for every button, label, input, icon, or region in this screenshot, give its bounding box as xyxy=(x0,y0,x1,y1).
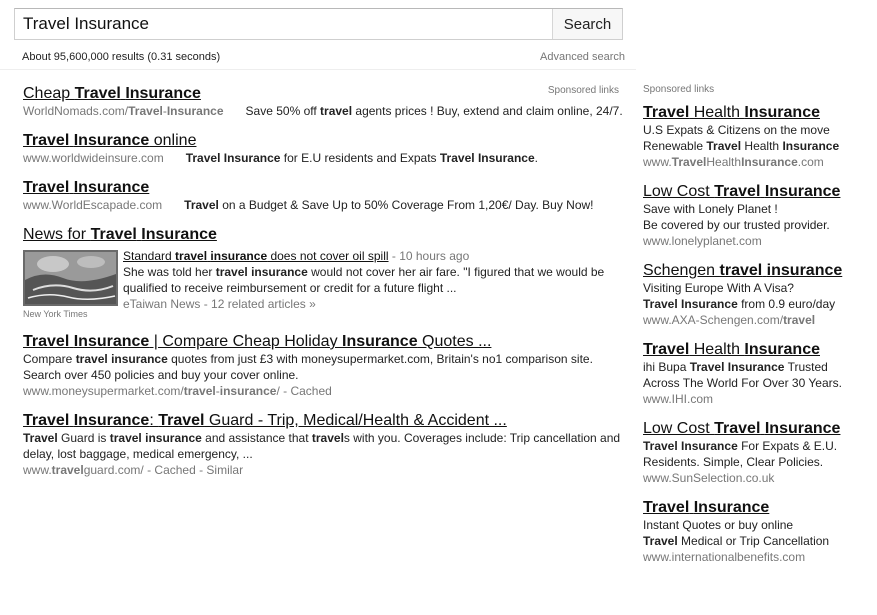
organic-result-title[interactable]: Travel Insurance | Compare Cheap Holiday… xyxy=(23,332,491,351)
organic-result-desc: Compare travel insurance quotes from jus… xyxy=(23,352,593,382)
sponsored-results: Cheap Travel Insurance WorldNomads.com/Tr… xyxy=(23,84,623,213)
side-ad-line: Instant Quotes or buy online xyxy=(643,518,794,532)
news-source[interactable]: eTaiwan News - 12 related articles » xyxy=(123,297,316,311)
side-ad-url[interactable]: www.TravelHealthInsurance.com xyxy=(643,154,877,170)
side-ad-title[interactable]: Travel Health Insurance xyxy=(643,103,820,122)
side-ad: Travel Insurance Instant Quotes or buy on… xyxy=(643,498,877,565)
side-ad: Low Cost Travel Insurance Save with Lonel… xyxy=(643,182,877,249)
side-ad: Schengen travel insurance Visiting Europe… xyxy=(643,261,877,328)
side-ad-url[interactable]: www.lonelyplanet.com xyxy=(643,233,877,249)
news-block: New York Times Standard travel insurance… xyxy=(23,248,623,320)
side-ad-line: ihi Bupa Travel Insurance Trusted xyxy=(643,360,828,374)
side-ad-line: Visiting Europe With A Visa? xyxy=(643,281,794,295)
sponsored-result-desc: Travel Insurance for E.U residents and E… xyxy=(185,151,538,165)
sponsored-result-desc: Save 50% off travel agents prices ! Buy,… xyxy=(245,104,623,118)
sponsored-result-url[interactable]: www.worldwideinsure.com xyxy=(23,151,164,165)
sponsored-result-title[interactable]: Travel Insurance xyxy=(23,178,149,197)
sponsored-result-title[interactable]: Cheap Travel Insurance xyxy=(23,84,201,103)
side-ad-title[interactable]: Low Cost Travel Insurance xyxy=(643,182,840,201)
header-divider xyxy=(0,69,636,70)
sponsored-result: Travel Insurance online www.worldwideinsu… xyxy=(23,131,623,166)
search-input[interactable]: Travel Insurance xyxy=(15,9,561,39)
organic-result-title[interactable]: Travel Insurance: Travel Guard - Trip, M… xyxy=(23,411,507,430)
sponsored-result-url[interactable]: WorldNomads.com/Travel-Insurance xyxy=(23,104,224,118)
sponsored-result-url[interactable]: www.WorldEscapade.com xyxy=(23,198,162,212)
main-results: Cheap Travel Insurance WorldNomads.com/Tr… xyxy=(23,84,623,490)
side-ad-line: Travel Insurance For Expats & E.U. xyxy=(643,439,838,453)
sponsored-result-desc: Travel on a Budget & Save Up to 50% Cove… xyxy=(184,198,594,212)
news-body: Standard travel insurance does not cover… xyxy=(123,248,623,312)
side-ad-title[interactable]: Schengen travel insurance xyxy=(643,261,842,280)
news-title[interactable]: Standard travel insurance does not cover… xyxy=(123,249,389,263)
side-ad-url[interactable]: www.internationalbenefits.com xyxy=(643,549,877,565)
organic-result-url[interactable]: www.travelguard.com/ - Cached - Similar xyxy=(23,462,623,478)
side-ad: Travel Health Insurance ihi Bupa Travel I… xyxy=(643,340,877,407)
search-box: Travel Insurance Search xyxy=(14,8,623,40)
side-ad-line: Residents. Simple, Clear Policies. xyxy=(643,455,824,469)
side-ad: Low Cost Travel Insurance Travel Insuranc… xyxy=(643,419,877,486)
side-ad-line: U.S Expats & Citizens on the move xyxy=(643,123,830,137)
sidebar-ads: Sponsored links Travel Health Insurance U… xyxy=(643,84,877,577)
sponsored-label-side: Sponsored links xyxy=(643,84,715,95)
side-ad-title[interactable]: Travel Insurance xyxy=(643,498,769,517)
side-ad-line: Across The World For Over 30 Years. xyxy=(643,376,842,390)
news-snippet: She was told her travel insurance would … xyxy=(123,265,605,295)
side-ad-title[interactable]: Low Cost Travel Insurance xyxy=(643,419,840,438)
side-ad-line: Travel Medical or Trip Cancellation xyxy=(643,534,830,548)
sponsored-result: Travel Insurance www.WorldEscapade.com Tra… xyxy=(23,178,623,213)
organic-result: Travel Insurance: Travel Guard - Trip, M… xyxy=(23,411,623,478)
advanced-search-link[interactable]: Advanced search xyxy=(540,51,625,63)
sponsored-result-body: www.WorldEscapade.com Travel on a Budget … xyxy=(23,197,623,213)
side-ad-line: Save with Lonely Planet ! xyxy=(643,202,778,216)
news-image-source: New York Times xyxy=(23,309,88,319)
sponsored-result: Cheap Travel Insurance WorldNomads.com/Tr… xyxy=(23,84,623,119)
news-thumbnail[interactable] xyxy=(23,250,118,306)
side-ad-url[interactable]: www.IHI.com xyxy=(643,391,877,407)
side-ad: Travel Health Insurance U.S Expats & Citi… xyxy=(643,103,877,170)
side-ad-url[interactable]: www.SunSelection.co.uk xyxy=(643,470,877,486)
organic-result-desc: Travel Guard is travel insurance and ass… xyxy=(23,431,621,461)
sponsored-result-body: www.worldwideinsure.com Travel Insurance … xyxy=(23,150,623,166)
side-ad-url[interactable]: www.AXA-Schengen.com/travel xyxy=(643,312,877,328)
sponsored-result-body: WorldNomads.com/Travel-Insurance Save 50%… xyxy=(23,103,623,119)
sponsored-result-title[interactable]: Travel Insurance online xyxy=(23,131,196,150)
side-ads-list: Travel Health Insurance U.S Expats & Citi… xyxy=(643,103,877,565)
organic-result-url[interactable]: www.moneysupermarket.com/travel-insuranc… xyxy=(23,383,623,399)
news-time: - 10 hours ago xyxy=(388,249,470,263)
side-ad-line: Renewable Travel Health Insurance xyxy=(643,139,840,153)
organic-result: Travel Insurance | Compare Cheap Holiday… xyxy=(23,332,623,399)
side-ad-title[interactable]: Travel Health Insurance xyxy=(643,340,820,359)
side-ad-line: Travel Insurance from 0.9 euro/day xyxy=(643,297,836,311)
organic-results: Travel Insurance | Compare Cheap Holiday… xyxy=(23,332,623,478)
search-button[interactable]: Search xyxy=(552,9,622,39)
result-stats: About 95,600,000 results (0.31 seconds) xyxy=(22,51,221,63)
news-heading[interactable]: News for Travel Insurance xyxy=(23,225,217,244)
side-ad-line: Be covered by our trusted provider. xyxy=(643,218,830,232)
